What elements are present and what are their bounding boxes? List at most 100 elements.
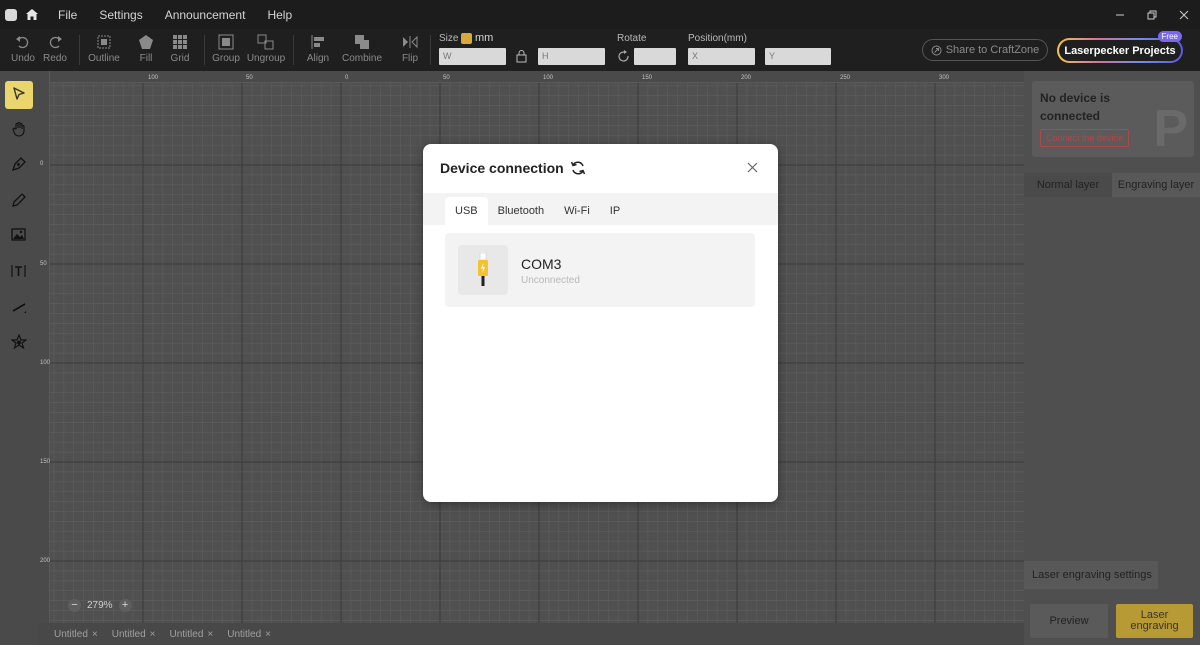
select-tool[interactable] xyxy=(5,81,33,109)
connect-device-button[interactable]: Connect the device xyxy=(1040,129,1130,147)
tab-wifi[interactable]: Wi-Fi xyxy=(554,197,600,225)
close-tab-icon[interactable]: × xyxy=(207,629,213,640)
rotate-input[interactable] xyxy=(634,48,676,65)
document-tab[interactable]: Untitled × xyxy=(112,629,156,640)
outline-button[interactable]: Outline xyxy=(86,33,122,64)
ruler-tick-label: 300 xyxy=(939,75,950,81)
zoom-out-button[interactable]: − xyxy=(68,599,81,612)
flip-label: Flip xyxy=(401,53,419,64)
flip-button[interactable]: Flip xyxy=(392,33,428,64)
text-tool[interactable] xyxy=(5,258,33,286)
toolbar-divider xyxy=(430,35,431,65)
flip-icon xyxy=(402,33,418,51)
pencil-icon xyxy=(11,192,27,211)
redo-icon xyxy=(47,33,63,51)
document-tabs: Untitled × Untitled × Untitled × Untitled × xyxy=(38,623,1024,645)
tab-ip[interactable]: IP xyxy=(600,197,630,225)
height-input[interactable]: H xyxy=(538,48,605,65)
unit-toggle-icon[interactable] xyxy=(461,33,472,44)
close-tab-icon[interactable]: × xyxy=(92,629,98,640)
preview-button[interactable]: Preview xyxy=(1030,604,1108,638)
lock-icon[interactable] xyxy=(516,50,527,66)
pencil-tool[interactable] xyxy=(5,187,33,215)
laser-engraving-button[interactable]: Laser engraving xyxy=(1116,604,1193,638)
undo-button[interactable]: Undo xyxy=(5,33,41,64)
align-label: Align xyxy=(306,53,330,64)
ungroup-icon xyxy=(257,33,275,51)
combine-label: Combine xyxy=(341,53,383,64)
port-list-item[interactable]: COM3 Unconnected xyxy=(445,233,755,307)
align-button[interactable]: Align xyxy=(300,33,336,64)
ruler-tick-label: 150 xyxy=(40,459,51,465)
close-tab-icon[interactable]: × xyxy=(265,629,271,640)
size-label: Size xyxy=(439,33,459,44)
document-tab[interactable]: Untitled × xyxy=(227,629,271,640)
share-to-craftzone-button[interactable]: Share to CraftZone xyxy=(922,39,1048,61)
dialog-header: Device connection xyxy=(440,160,586,176)
home-icon[interactable] xyxy=(21,5,43,25)
redo-button[interactable]: Redo xyxy=(37,33,73,64)
ungroup-label: Ungroup xyxy=(246,53,286,64)
document-tab[interactable]: Untitled × xyxy=(170,629,214,640)
connection-tabs: USB Bluetooth Wi-Fi IP xyxy=(423,193,778,225)
shape-tool[interactable] xyxy=(5,329,33,357)
close-icon[interactable] xyxy=(744,159,760,175)
fill-icon xyxy=(138,33,154,51)
undo-icon xyxy=(15,33,31,51)
combine-button[interactable]: Combine xyxy=(341,33,383,64)
tab-usb[interactable]: USB xyxy=(445,197,488,225)
group-button[interactable]: Group xyxy=(208,33,244,64)
shapes-icon xyxy=(10,332,28,353)
layer-tabs: Normal layer Engraving layer xyxy=(1024,173,1200,197)
toolbar-divider xyxy=(293,35,294,65)
menu-announcement[interactable]: Announcement xyxy=(165,8,246,22)
ruler-tick-label: 50 xyxy=(246,75,253,81)
tab-bluetooth[interactable]: Bluetooth xyxy=(488,197,554,225)
ungroup-button[interactable]: Ungroup xyxy=(246,33,286,64)
align-icon xyxy=(310,33,326,51)
image-tool[interactable] xyxy=(5,222,33,250)
unit-label: mm xyxy=(475,32,494,44)
refresh-icon[interactable] xyxy=(570,160,586,176)
toolbar-divider xyxy=(204,35,205,65)
laser-engraving-settings-tab[interactable]: Laser engraving settings xyxy=(1024,561,1158,589)
projects-label: Laserpecker Projects xyxy=(1059,40,1181,61)
document-tab[interactable]: Untitled × xyxy=(54,629,98,640)
y-input[interactable]: Y xyxy=(765,48,831,65)
restore-icon[interactable] xyxy=(1136,0,1168,29)
ruler-tick-label: 100 xyxy=(40,360,51,366)
zoom-in-button[interactable]: + xyxy=(118,599,132,612)
menu-file[interactable]: File xyxy=(58,8,77,22)
cursor-icon xyxy=(11,86,27,105)
ruler-tick-label: 100 xyxy=(148,75,159,81)
tool-sidebar xyxy=(0,71,38,645)
hand-tool[interactable] xyxy=(5,116,33,144)
grid-button[interactable]: Grid xyxy=(162,33,198,64)
rotate-icon xyxy=(617,50,630,66)
menu-help[interactable]: Help xyxy=(267,8,292,22)
minimize-icon[interactable] xyxy=(1104,0,1136,29)
ruler-tick-label: 50 xyxy=(443,75,450,81)
line-tool[interactable] xyxy=(5,294,33,322)
close-window-icon[interactable] xyxy=(1168,0,1200,29)
close-tab-icon[interactable]: × xyxy=(150,629,156,640)
x-input[interactable]: X xyxy=(688,48,755,65)
usb-cable-icon xyxy=(458,245,508,295)
width-input[interactable]: W xyxy=(439,48,506,65)
document-tab-label: Untitled xyxy=(169,628,204,640)
position-label: Position(mm) xyxy=(688,33,747,44)
ruler-horizontal xyxy=(38,71,1024,83)
fill-button[interactable]: Fill xyxy=(128,33,164,64)
window-controls xyxy=(1104,0,1200,29)
zoom-control: − 279% + xyxy=(68,599,132,612)
document-tab-label: Untitled xyxy=(111,628,146,640)
menu-settings[interactable]: Settings xyxy=(99,8,142,22)
rotate-label: Rotate xyxy=(617,33,647,44)
text-icon xyxy=(10,263,28,282)
ruler-tick-label: 0 xyxy=(345,75,349,81)
tab-normal-layer[interactable]: Normal layer xyxy=(1024,173,1112,197)
ruler-tick-label: 150 xyxy=(642,75,653,81)
outline-icon xyxy=(96,33,112,51)
pen-tool[interactable] xyxy=(5,151,33,179)
tab-engraving-layer[interactable]: Engraving layer xyxy=(1112,173,1200,197)
